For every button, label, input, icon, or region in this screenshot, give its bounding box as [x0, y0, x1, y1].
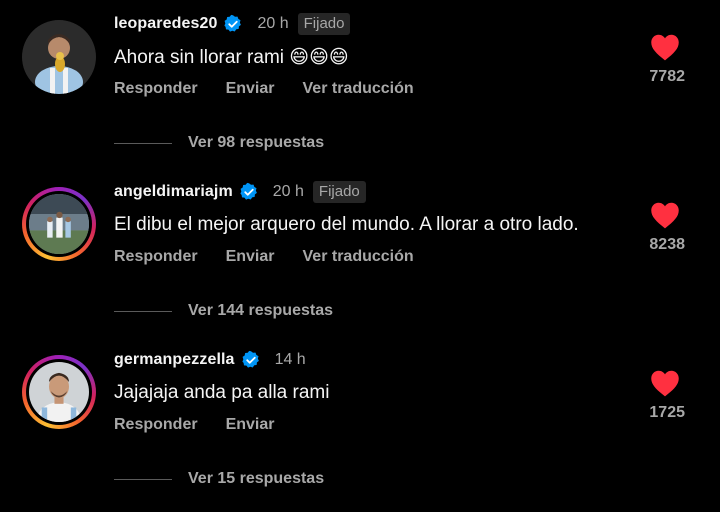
- comment-header: angeldimariajm 20 h Fijado: [114, 180, 366, 204]
- view-replies-label: Ver 144 respuestas: [188, 302, 333, 319]
- avatar-gap: [26, 359, 92, 425]
- reply-button[interactable]: Responder: [114, 416, 198, 434]
- avatar[interactable]: [22, 355, 96, 429]
- like-count: 7782: [649, 68, 685, 85]
- heart-icon[interactable]: [649, 201, 681, 229]
- comment-text: Jajajaja anda pa alla rami: [114, 382, 330, 403]
- replies-divider: [114, 142, 172, 144]
- username[interactable]: leoparedes20: [114, 15, 217, 33]
- pinned-badge: Fijado: [297, 13, 351, 35]
- view-replies-label: Ver 98 respuestas: [188, 134, 325, 151]
- translate-button[interactable]: Ver traducción: [303, 80, 414, 98]
- view-replies-label: Ver 15 respuestas: [188, 470, 325, 487]
- avatar[interactable]: [22, 187, 96, 261]
- view-replies-button[interactable]: Ver 98 respuestas: [114, 134, 324, 152]
- player-with-trophy-avatar: [22, 20, 96, 94]
- avatar-gap: [26, 191, 92, 257]
- translate-button[interactable]: Ver traducción: [303, 248, 414, 266]
- heart-icon[interactable]: [649, 369, 681, 397]
- view-replies-button[interactable]: Ver 15 respuestas: [114, 470, 324, 488]
- username[interactable]: angeldimariajm: [114, 183, 233, 201]
- send-button[interactable]: Enviar: [226, 248, 275, 266]
- send-button[interactable]: Enviar: [226, 80, 275, 98]
- timestamp: 14 h: [274, 351, 306, 368]
- username[interactable]: germanpezzella: [114, 351, 235, 369]
- view-replies-button[interactable]: Ver 144 respuestas: [114, 302, 333, 320]
- replies-divider: [114, 478, 172, 480]
- comment-actions: Responder Enviar Ver traducción: [114, 248, 442, 266]
- reply-button[interactable]: Responder: [114, 248, 198, 266]
- avatar[interactable]: [22, 20, 96, 94]
- like-count: 1725: [649, 404, 685, 421]
- comment-text: El dibu el mejor arquero del mundo. A ll…: [114, 214, 579, 235]
- reply-button[interactable]: Responder: [114, 80, 198, 98]
- like-count: 8238: [649, 236, 685, 253]
- comment-actions: Responder Enviar: [114, 416, 303, 434]
- verified-badge-icon: [241, 350, 259, 368]
- verified-badge-icon: [240, 182, 257, 200]
- comment-actions: Responder Enviar Ver traducción: [114, 80, 442, 98]
- comment-header: leoparedes20 20 h Fijado: [114, 12, 351, 36]
- send-button[interactable]: Enviar: [226, 416, 275, 434]
- timestamp: 20 h: [272, 183, 304, 200]
- pinned-badge: Fijado: [312, 181, 366, 203]
- comment-text: Ahora sin llorar rami 😄😄😄: [114, 47, 349, 68]
- heart-icon[interactable]: [649, 33, 681, 61]
- replies-divider: [114, 310, 172, 312]
- comment-header: germanpezzella 14 h: [114, 348, 306, 372]
- verified-badge-icon: [224, 14, 242, 32]
- player-portrait-avatar: [29, 362, 89, 422]
- timestamp: 20 h: [257, 15, 289, 32]
- stadium-group-avatar: [29, 194, 89, 254]
